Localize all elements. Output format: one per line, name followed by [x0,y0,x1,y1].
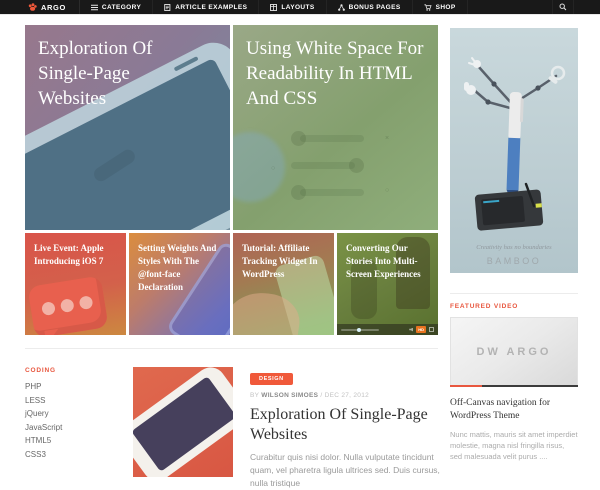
article-thumbnail[interactable] [133,367,233,477]
logo[interactable]: ARGO [0,0,80,14]
search-icon [559,3,567,11]
main-content: Exploration Of Single-Page Websites × ○ … [25,25,440,490]
article-byline: BY WILSON SIMOES / DEC 27, 2012 [250,392,370,399]
featured-video-player[interactable]: DW ARGO [450,317,578,387]
cart-icon [423,3,432,11]
video-placeholder-label: DW ARGO [476,346,552,358]
article-body: DESIGN BY WILSON SIMOES / DEC 27, 2012 E… [250,367,446,490]
sidebar: Creativity has no boundaries BAMBOO FEAT… [450,28,578,462]
nav-item-label: SHOP [435,3,456,11]
post-tile-title[interactable]: Converting Our Stories Into Multi-Screen… [346,242,431,281]
coding-link-php[interactable]: PHP [25,382,133,391]
sliders-illustration [291,131,364,212]
ad-tagline: Creativity has no boundaries [476,244,552,251]
article-excerpt: Curabitur quis nisi dolor. Nulla vulputa… [250,452,440,488]
post-tile-font-face[interactable]: Setting Weights And Styles With The @fon… [129,233,230,335]
featured-posts-row: Exploration Of Single-Page Websites × ○ … [25,25,438,230]
coding-link-css3[interactable]: CSS3 [25,450,133,459]
bottom-section: CODING PHP LESS jQuery JavaScript HTML5 … [25,367,440,490]
nav-item-article-examples[interactable]: ARTICLE EXAMPLES [153,0,260,14]
nav-item-shop[interactable]: SHOP [413,0,468,14]
nav-item-layouts[interactable]: LAYOUTS [259,0,327,14]
bamboo-ad-illustration: Creativity has no boundaries BAMBOO [464,57,566,266]
bamboo-ad-banner[interactable]: Creativity has no boundaries BAMBOO [450,28,578,273]
featured-post-title[interactable]: Exploration Of Single-Page Websites [38,36,188,111]
coding-link-html5[interactable]: HTML5 [25,436,133,445]
sidebar-divider [450,293,578,294]
nav-item-label: LAYOUTS [281,3,315,11]
featured-post-single-page[interactable]: Exploration Of Single-Page Websites [25,25,230,230]
coding-widget: CODING PHP LESS jQuery JavaScript HTML5 … [25,367,133,490]
top-navbar: ARGO CATEGORY ARTICLE EXAMPLES LAYOUTS B… [0,0,600,15]
post-tile-affiliate-widget[interactable]: Tutorial: Affiliate Tracking Widget In W… [233,233,334,335]
featured-video-heading: FEATURED VIDEO [450,303,519,310]
layouts-icon [270,3,278,11]
article-title[interactable]: Exploration Of Single-Page Websites [250,405,446,445]
coding-list: PHP LESS jQuery JavaScript HTML5 CSS3 [25,382,133,459]
coding-link-jquery[interactable]: jQuery [25,409,133,418]
coding-widget-title: CODING [25,367,56,374]
featured-video-excerpt: Nunc mattis, mauris sit amet imperdiet m… [450,430,578,461]
sitemap-icon [337,3,345,11]
post-tile-title[interactable]: Live Event: Apple Introducing iOS 7 [34,242,119,268]
video-progress-track[interactable] [341,327,379,332]
nav-item-bonus-pages[interactable]: BONUS PAGES [327,0,413,14]
search-button[interactable] [552,0,574,14]
article-date: DEC 27, 2012 [324,392,370,399]
author-link[interactable]: WILSON SIMOES [261,392,318,399]
nav-item-label: ARTICLE EXAMPLES [175,3,248,11]
featured-video-title[interactable]: Off-Canvas navigation for WordPress Them… [450,397,578,423]
coding-link-less[interactable]: LESS [25,396,133,405]
featured-post-white-space[interactable]: × ○ ○ Using White Space For Readability … [233,25,438,230]
secondary-posts-row: Live Event: Apple Introducing iOS 7 Sett… [25,233,438,335]
featured-post-title[interactable]: Using White Space For Readability In HTM… [246,36,428,111]
video-progress-bar[interactable] [450,385,578,387]
post-tile-title[interactable]: Setting Weights And Styles With The @fon… [138,242,223,294]
hamburger-icon [90,4,98,10]
post-tile-multi-screen[interactable]: Converting Our Stories Into Multi-Screen… [337,233,438,335]
volume-icon[interactable] [409,327,414,332]
nav-item-label: CATEGORY [101,3,142,11]
logo-text: ARGO [41,2,66,12]
argo-paw-icon [28,3,37,11]
coding-link-javascript[interactable]: JavaScript [25,423,133,432]
video-player-bar[interactable]: HD [337,324,438,335]
chat-bubble-icon [27,275,109,335]
hd-button[interactable]: HD [416,326,426,333]
article-icon [164,3,171,11]
post-tile-title[interactable]: Tutorial: Affiliate Tracking Widget In W… [242,242,327,281]
ad-brand-logo: BAMBOO [487,256,542,266]
article-preview: DESIGN BY WILSON SIMOES / DEC 27, 2012 E… [133,367,446,490]
nav-item-label: BONUS PAGES [348,3,401,11]
post-tile-ios7[interactable]: Live Event: Apple Introducing iOS 7 [25,233,126,335]
category-badge[interactable]: DESIGN [250,373,293,385]
section-divider [25,348,438,349]
nav-item-category[interactable]: CATEGORY [80,0,154,14]
phone-illustration [133,367,233,477]
fullscreen-icon[interactable] [429,327,434,332]
